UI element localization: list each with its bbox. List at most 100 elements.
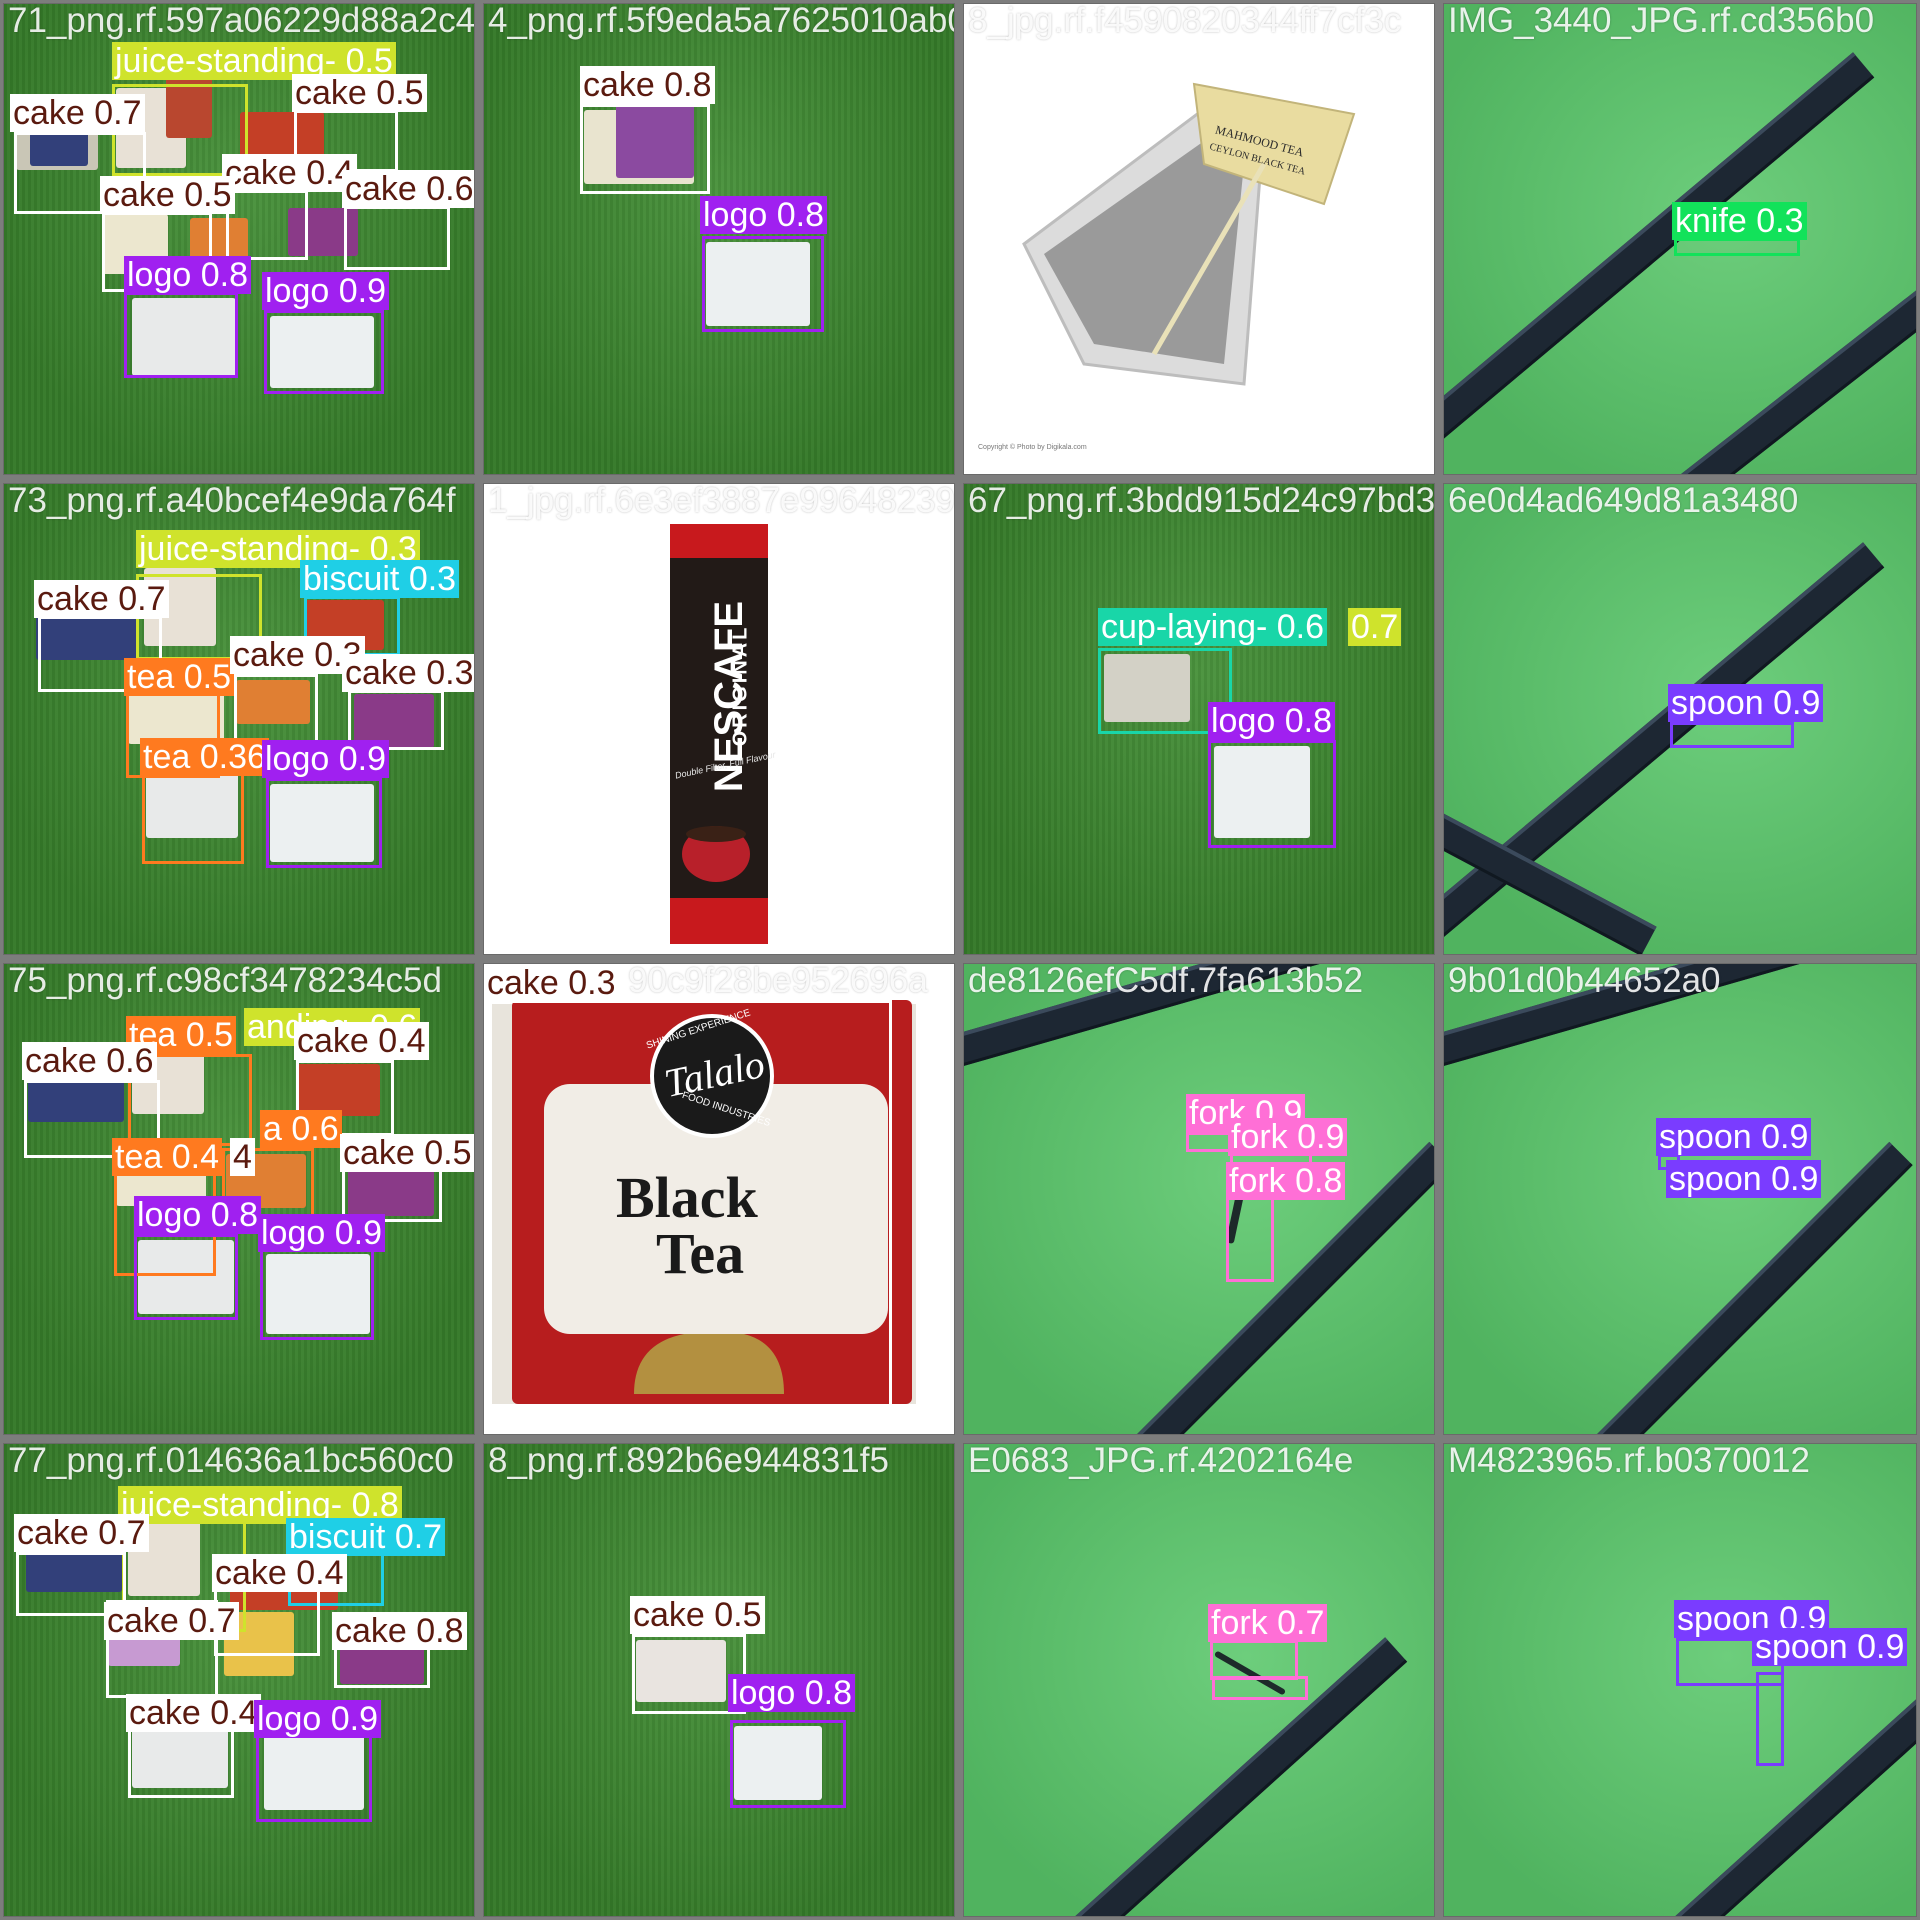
detection-label: logo 0.8 (124, 256, 251, 294)
detection-box (134, 1234, 238, 1320)
tile-caption: 67_png.rf.3bdd915d24c97bd3b (968, 484, 1434, 520)
detection-box (264, 310, 384, 394)
detection-label: biscuit 0.3 (300, 560, 460, 598)
table-rail (1663, 241, 1916, 474)
detection-label: spoon 0.9 (1666, 1160, 1822, 1198)
detection-label: fork 0.8 (1226, 1162, 1346, 1200)
tile-caption: 9b01d0b44652a0 (1448, 964, 1721, 1000)
tile-caption-secondary: 90c9f28be952696a (628, 964, 928, 1000)
tile-caption: 8_jpg.rf.f4590820344ff7cf3c (968, 4, 1402, 40)
tile-2[interactable]: cake 0.8 logo 0.8 4_png.rf.5f9eda5a76250… (483, 3, 955, 475)
tile-caption: 77_png.rf.014636a1bc560c0 (8, 1444, 454, 1480)
detection-label: cake 0.5 (340, 1134, 474, 1172)
detection-label: cup-laying- 0.6 (1098, 608, 1328, 646)
detection-box (1212, 1676, 1308, 1700)
detection-label: logo 0.8 (700, 196, 827, 234)
tile-16[interactable]: spoon 0.9 spoon 0.9 M4823965.rf.b0370012 (1443, 1443, 1917, 1917)
detection-label: cake 0.7 (14, 1514, 149, 1552)
detection-box (1670, 722, 1794, 748)
tile-caption: M4823965.rf.b0370012 (1448, 1444, 1810, 1480)
tile-caption: IMG_3440_JPG.rf.cd356b0 (1448, 4, 1875, 40)
detection-label: logo 0.8 (134, 1196, 261, 1234)
tile-caption: 6e0d4ad649d81a3480 (1448, 484, 1799, 520)
tile-caption: 71_png.rf.597a06229d88a2c4 (8, 4, 474, 40)
detection-label: a 0.6 (260, 1110, 342, 1148)
detection-label: cake 0.4 (126, 1694, 261, 1732)
detection-label: cake 0.3 (342, 654, 474, 692)
detection-box (1208, 740, 1336, 848)
detection-box (1674, 238, 1800, 256)
tile-1[interactable]: juice-standing- 0.5 cake 0.7 cake 0.5 ca… (3, 3, 475, 475)
detection-label: logo 0.9 (254, 1700, 381, 1738)
table-rail (1444, 542, 1885, 954)
detection-box (142, 764, 244, 864)
detection-box (1756, 1672, 1784, 1766)
tile-11[interactable]: fork 0.9 fork 0.9 fork 0.8 de8126efC5df.… (963, 963, 1435, 1435)
detection-label: biscuit 0.7 (286, 1518, 446, 1556)
tile-15[interactable]: fork 0.7 E0683_JPG.rf.4202164e (963, 1443, 1435, 1917)
detection-box (1226, 1190, 1274, 1282)
detection-label: spoon 0.9 (1752, 1628, 1908, 1666)
detection-label: 0.7 (1348, 608, 1402, 646)
detection-label: cake 0.4 (222, 154, 357, 192)
product-line-text: ORIGINAL (729, 624, 752, 747)
detection-label: cake 0.5 (100, 176, 235, 214)
detection-label: cake 0.5 (630, 1596, 765, 1634)
detection-label: logo 0.9 (262, 740, 389, 778)
detection-label: cake 0.8 (332, 1612, 467, 1650)
detection-label: cake 0.7 (104, 1602, 239, 1640)
detection-box (580, 104, 710, 194)
tile-12[interactable]: spoon 0.9 spoon 0.9 9b01d0b44652a0 (1443, 963, 1917, 1435)
tea-bag-image (1022, 82, 1356, 386)
detection-box (702, 236, 824, 332)
detection-label: cake 0.6 (22, 1042, 157, 1080)
detection-label: cake 0.4 (294, 1022, 429, 1060)
detection-label: spoon 0.9 (1656, 1118, 1812, 1156)
detection-label: cake 0.4 (212, 1554, 347, 1592)
detection-label: logo 0.9 (258, 1214, 385, 1252)
detection-label: cake 0.6 (342, 170, 474, 208)
detection-box (234, 674, 318, 744)
detection-label: knife 0.3 (1672, 202, 1807, 240)
tile-caption: 4_png.rf.5f9eda5a7625010ab03 (488, 4, 954, 40)
detection-label: 4 (230, 1138, 255, 1176)
tile-10[interactable]: SHINING EXPERIENCE Talalo FOOD INDUSTRIE… (483, 963, 955, 1435)
tile-13[interactable]: juice-standing- 0.8 biscuit 0.7 cake 0.7… (3, 1443, 475, 1917)
detection-label: cake 0.7 (10, 94, 145, 132)
detection-box (226, 190, 308, 260)
detection-box (256, 1728, 372, 1822)
detection-label: tea 0.36 (140, 738, 269, 776)
detection-box (484, 1000, 892, 1410)
detection-label: fork 0.7 (1208, 1604, 1328, 1642)
detection-label: tea 0.4 (112, 1138, 222, 1176)
tile-6[interactable]: NESCAFE ORIGINAL Double Filter, Full Fla… (483, 483, 955, 955)
table-rail (1672, 1663, 1916, 1916)
detection-label: cake 0.7 (34, 580, 169, 618)
tile-5[interactable]: juice-standing- 0.3 biscuit 0.3 cake 0.7… (3, 483, 475, 955)
detection-label: cake 0.8 (580, 66, 715, 104)
detection-box (124, 292, 238, 378)
detection-label: spoon 0.9 (1668, 684, 1824, 722)
tile-7[interactable]: cup-laying- 0.6 0.7 logo 0.8 67_png.rf.3… (963, 483, 1435, 955)
tile-caption: 75_png.rf.c98cf3478234c5d (8, 964, 442, 1000)
copyright-text: Copyright © Photo by Digikala.com (978, 444, 1087, 451)
detection-box (1210, 1640, 1298, 1680)
detection-label: tea 0.5 (124, 658, 234, 696)
tile-14[interactable]: cake 0.5 logo 0.8 8_png.rf.892b6e944831f… (483, 1443, 955, 1917)
tile-caption: 73_png.rf.a40bcef4e9da764f (8, 484, 456, 520)
tile-4[interactable]: knife 0.3 IMG_3440_JPG.rf.cd356b0 (1443, 3, 1917, 475)
detection-label: cake 0.3 (484, 964, 619, 1002)
tile-caption: E0683_JPG.rf.4202164e (968, 1444, 1354, 1480)
detection-box (730, 1720, 846, 1808)
tile-8[interactable]: spoon 0.9 6e0d4ad649d81a3480 (1443, 483, 1917, 955)
detection-label: logo 0.8 (1208, 702, 1335, 740)
tile-9[interactable]: tea 0.5 anding- 0.6 cake 0.6 cake 0.4 te… (3, 963, 475, 1435)
detection-box (260, 1248, 374, 1340)
detection-label: logo 0.9 (262, 272, 389, 310)
detection-label: logo 0.8 (728, 1674, 855, 1712)
tile-3[interactable]: MAHMOOD TEA CEYLON BLACK TEA Copyright ©… (963, 3, 1435, 475)
detection-label: fork 0.9 (1228, 1118, 1348, 1156)
prediction-grid: juice-standing- 0.5 cake 0.7 cake 0.5 ca… (0, 0, 1920, 1920)
detection-box (344, 206, 450, 270)
tile-caption: de8126efC5df.7fa613b52 (968, 964, 1364, 1000)
